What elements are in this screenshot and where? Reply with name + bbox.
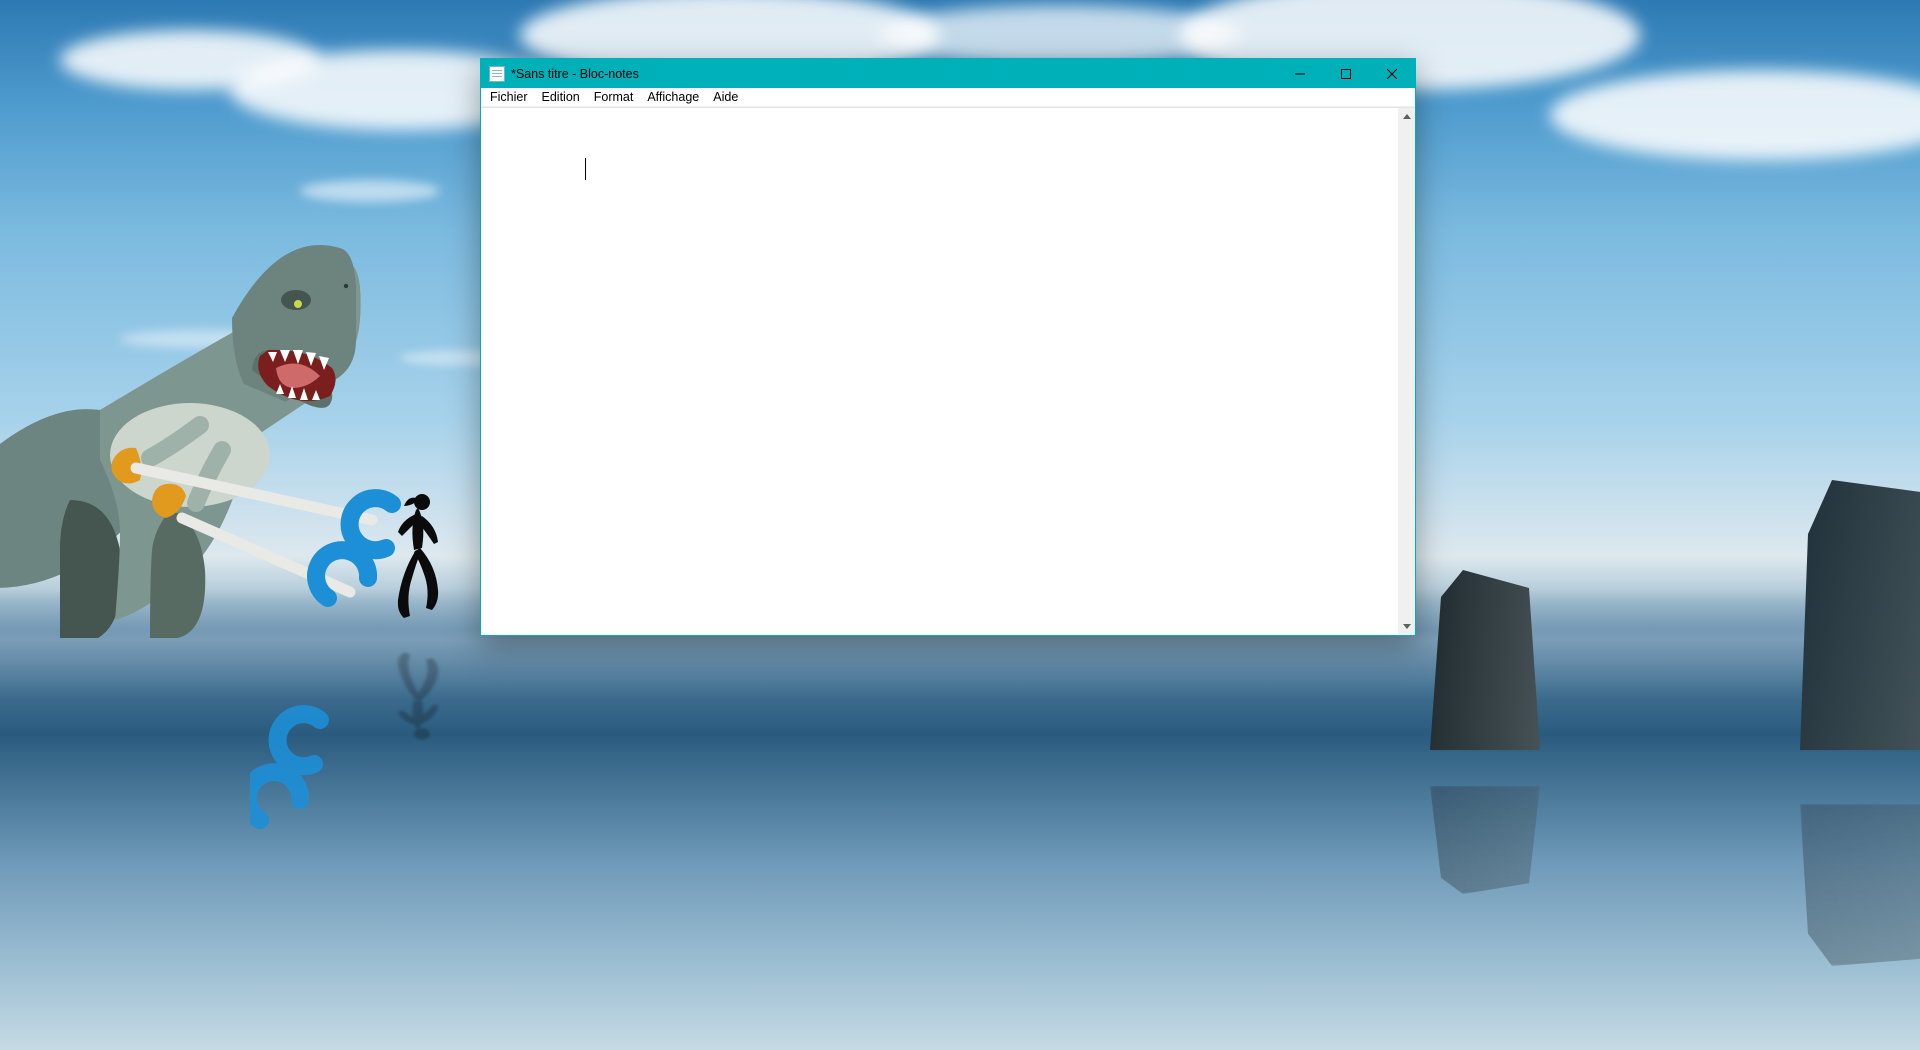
- rock-reflection: [1430, 786, 1540, 894]
- claw-reflection: [250, 700, 370, 860]
- menu-edition[interactable]: Edition: [535, 88, 587, 107]
- menu-affichage[interactable]: Affichage: [640, 88, 706, 107]
- rock-reflection: [1800, 804, 1920, 966]
- notepad-icon: [489, 66, 505, 82]
- rock-formation: [1430, 570, 1540, 750]
- maximize-button[interactable]: [1323, 59, 1369, 88]
- scrollbar-track[interactable]: [1399, 125, 1415, 618]
- titlebar[interactable]: *Sans titre - Bloc-notes: [481, 59, 1415, 88]
- minimize-button[interactable]: [1277, 59, 1323, 88]
- dinosaur-illustration: [0, 200, 420, 640]
- menu-format[interactable]: Format: [587, 88, 641, 107]
- window-title: *Sans titre - Bloc-notes: [511, 67, 639, 81]
- scroll-down-button[interactable]: [1399, 618, 1415, 635]
- scroll-up-button[interactable]: [1399, 108, 1415, 125]
- menu-bar: Fichier Edition Format Affichage Aide: [481, 88, 1415, 107]
- menu-fichier[interactable]: Fichier: [483, 88, 535, 107]
- desktop-wallpaper: *Sans titre - Bloc-notes Fichier Edition…: [0, 0, 1920, 1050]
- running-person: [392, 492, 442, 627]
- running-person-reflection: [392, 646, 442, 741]
- text-caret: [585, 158, 586, 180]
- text-editor[interactable]: [481, 108, 1398, 635]
- editor-wrap: [481, 107, 1415, 635]
- rock-formation: [1800, 480, 1920, 750]
- vertical-scrollbar[interactable]: [1398, 108, 1415, 635]
- notepad-window[interactable]: *Sans titre - Bloc-notes Fichier Edition…: [480, 58, 1416, 636]
- close-button[interactable]: [1369, 59, 1415, 88]
- menu-aide[interactable]: Aide: [706, 88, 745, 107]
